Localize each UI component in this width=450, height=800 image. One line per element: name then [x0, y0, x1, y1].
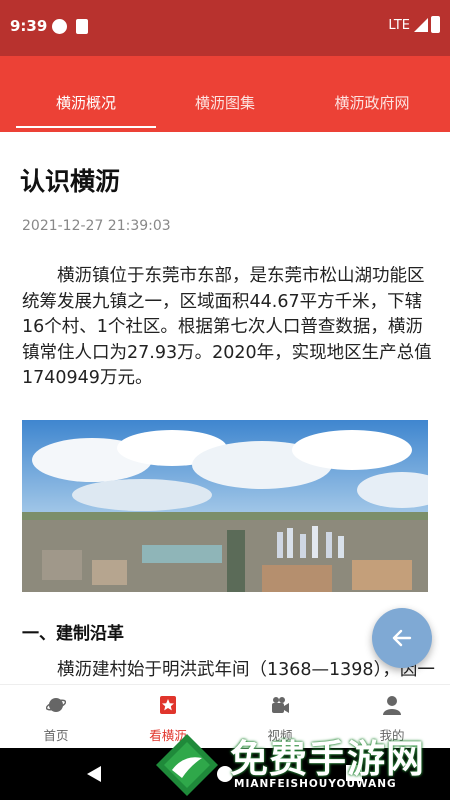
tab-gallery[interactable]: 横沥图集	[155, 92, 295, 113]
status-time: 9:39	[10, 17, 48, 35]
article-title: 认识横沥	[20, 167, 121, 196]
article-date: 2021-12-27 21:39:03	[22, 218, 171, 234]
signal-icon	[414, 18, 428, 32]
tab-government-site[interactable]: 横沥政府网	[294, 92, 450, 113]
watermark-logo	[156, 734, 218, 796]
tab-overview[interactable]: 横沥概况	[16, 92, 156, 113]
status-bar: 9:39 LTE	[0, 0, 450, 56]
network-type: LTE	[388, 18, 410, 33]
nav-home-label: 首页	[43, 728, 69, 743]
article-intro: 横沥镇位于东莞市东部，是东莞市松山湖功能区统筹发展九镇之一，区域面积44.67平…	[22, 266, 432, 388]
watermark: 免费手游网 MIANFEISHOUYOUWANG	[150, 728, 450, 800]
nav-home[interactable]: 首页	[0, 685, 112, 749]
star-bookmark-icon	[160, 696, 176, 714]
watermark-title: 免费手游网	[230, 737, 426, 781]
person-icon	[383, 696, 401, 715]
video-camera-icon	[272, 697, 289, 713]
top-tab-bar: 横沥概况 横沥图集 横沥政府网	[0, 56, 450, 132]
sd-card-icon	[76, 19, 88, 34]
article-content[interactable]: 认识横沥 2021-12-27 21:39:03 横沥镇位于东莞市东部，是东莞市…	[0, 132, 450, 684]
section-heading: 一、建制沿革	[22, 624, 124, 644]
watermark-subtitle: MIANFEISHOUYOUWANG	[234, 778, 397, 790]
battery-icon	[431, 16, 440, 33]
back-fab-button[interactable]	[372, 608, 432, 668]
notification-icon	[52, 19, 67, 34]
town-aerial-photo	[22, 420, 428, 592]
arrow-left-icon	[392, 629, 412, 647]
tab-active-indicator	[16, 126, 156, 128]
section-text: 横沥建村始于明洪武年间（1368—1398），因一	[57, 660, 435, 680]
back-triangle-icon[interactable]	[85, 765, 103, 783]
planet-icon	[46, 698, 66, 712]
